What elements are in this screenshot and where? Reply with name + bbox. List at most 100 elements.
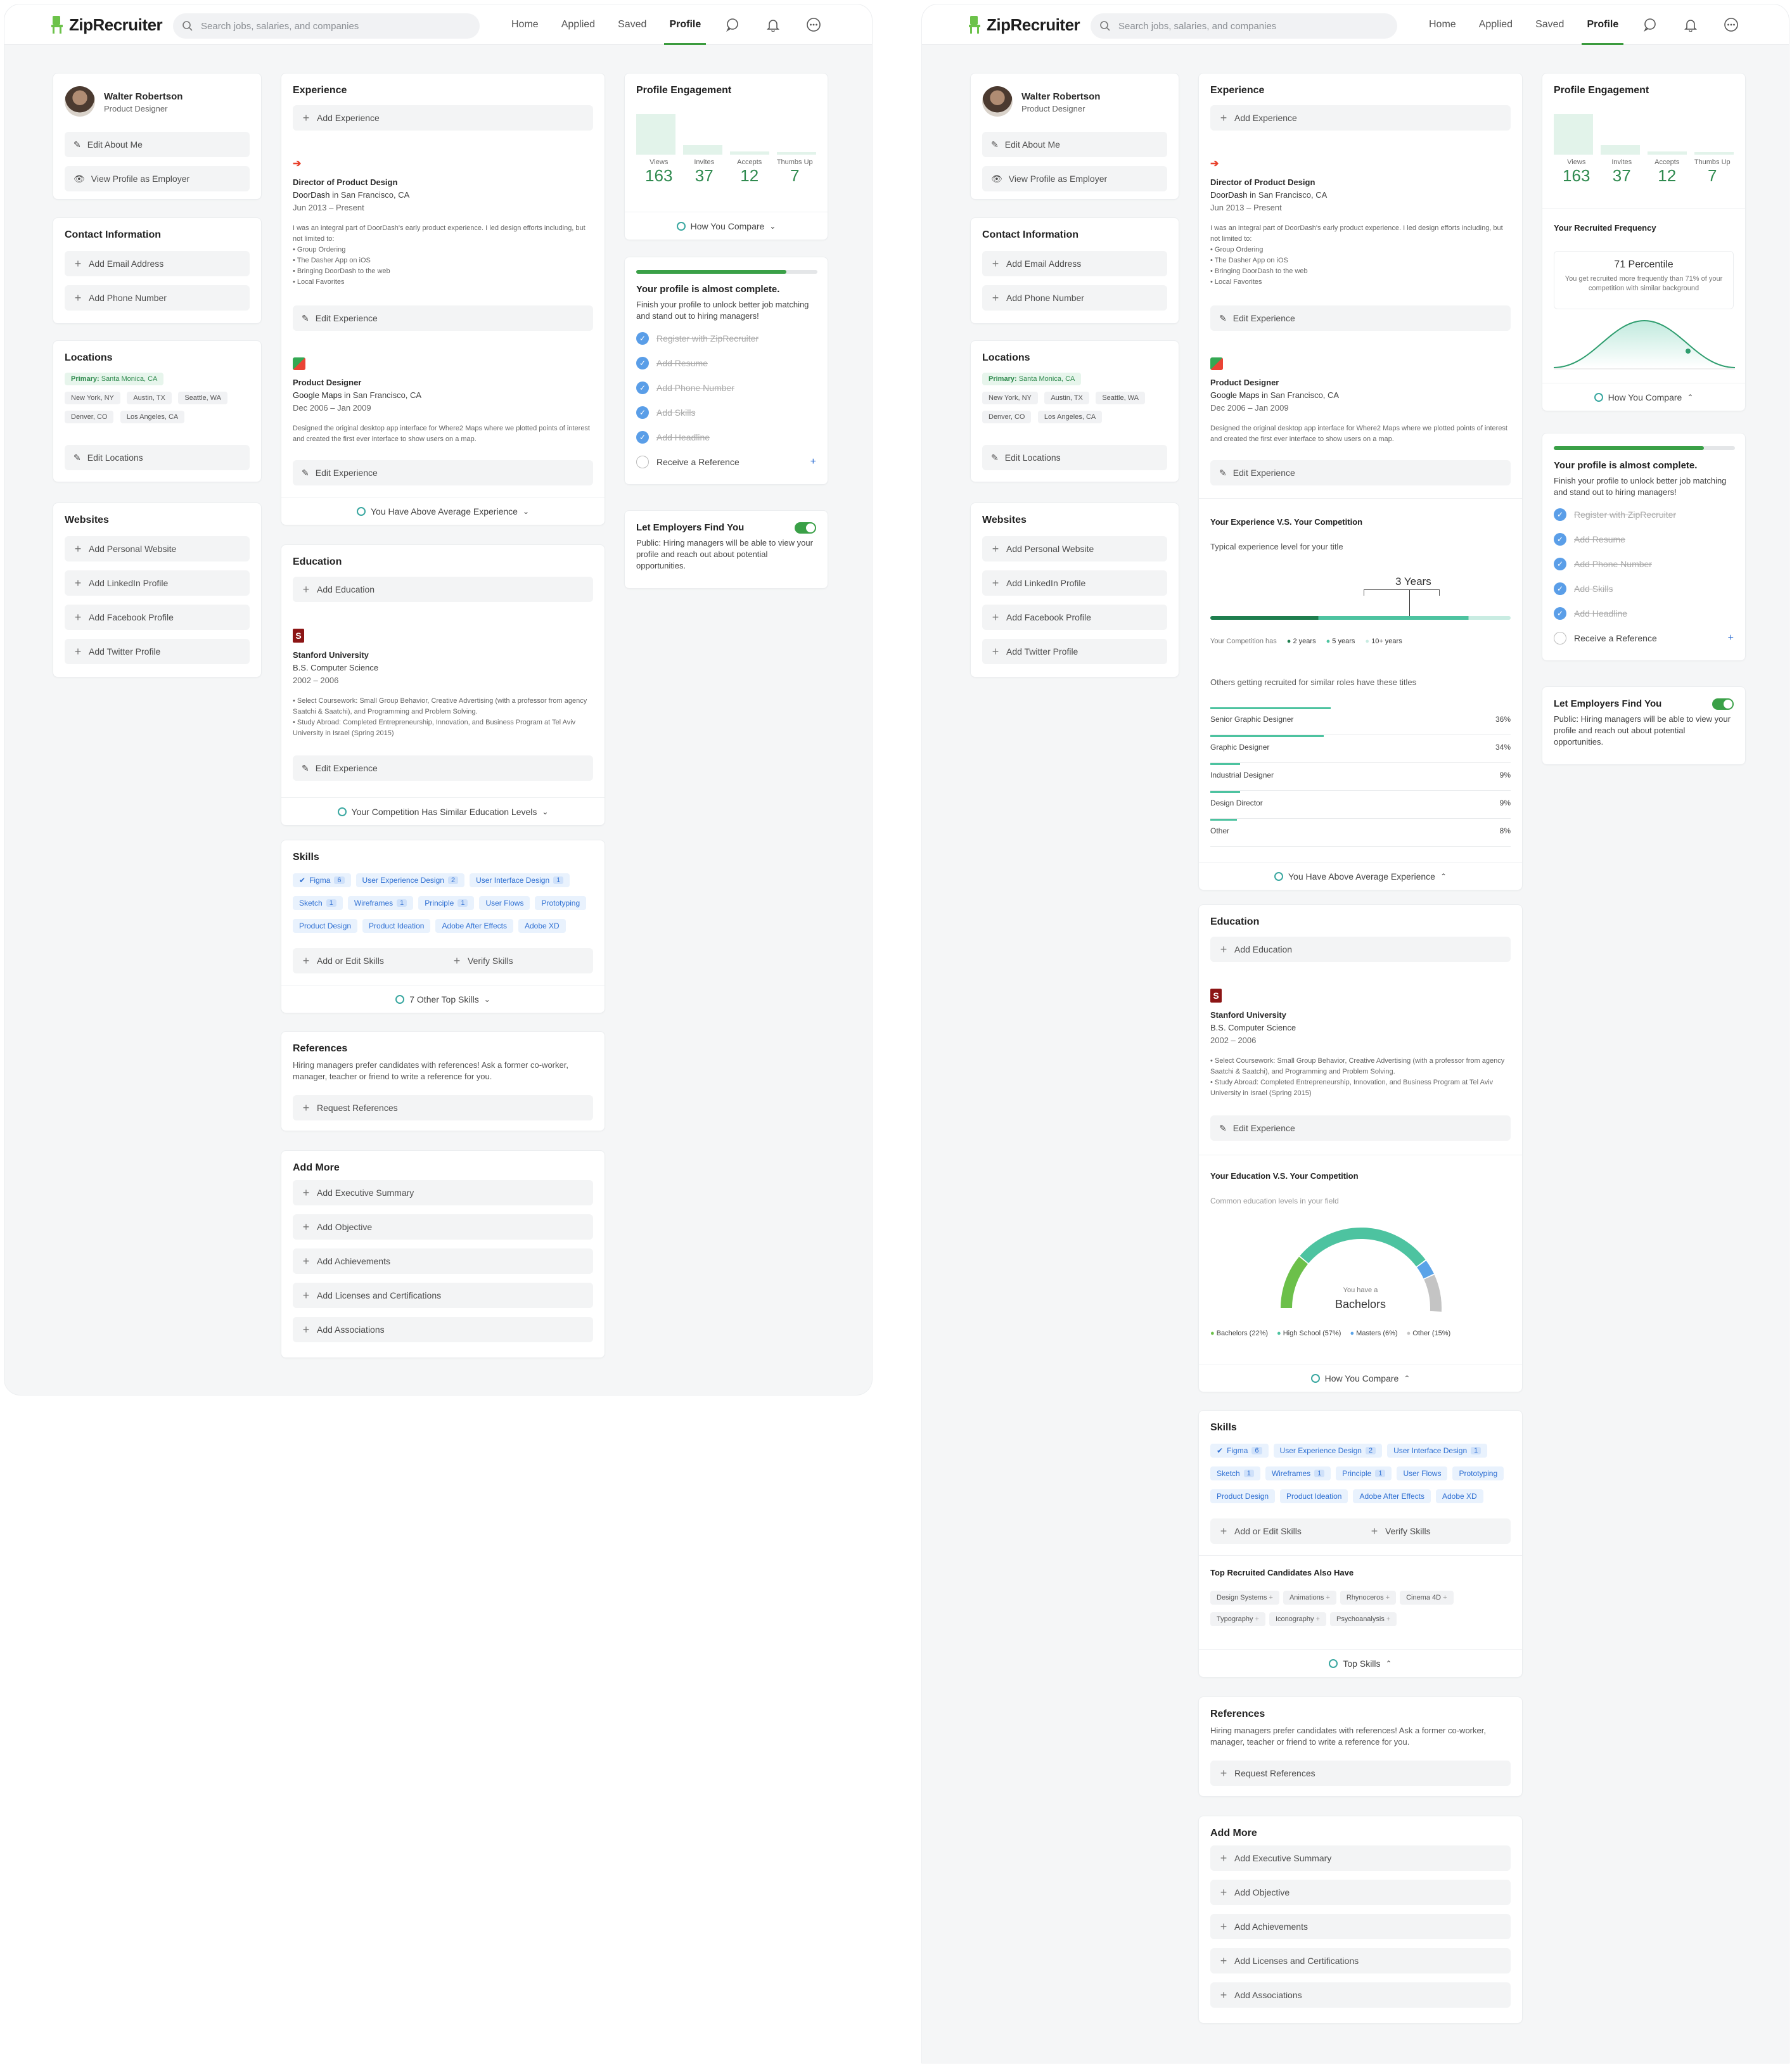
location-chip[interactable]: New York, NY xyxy=(982,392,1038,404)
add-email-button[interactable]: + Add Email Address xyxy=(982,251,1167,276)
add-phone-button[interactable]: + Add Phone Number xyxy=(982,285,1167,311)
top-skill-chip[interactable]: Cinema 4D + xyxy=(1400,1591,1454,1605)
add-phone-button[interactable]: + Add Phone Number xyxy=(65,285,250,311)
how-you-compare-toggle[interactable]: How You Compare ⌃ xyxy=(1542,383,1745,411)
skill-chip[interactable]: Prototyping xyxy=(1452,1466,1504,1480)
request-references-button[interactable]: + Request References xyxy=(293,1095,593,1120)
how-you-compare-toggle[interactable]: How You Compare ⌄ xyxy=(625,212,828,240)
add-licenses-button[interactable]: + Add Licenses and Certifications xyxy=(293,1283,593,1308)
nav-profile[interactable]: Profile xyxy=(1575,4,1630,45)
verify-skills-button[interactable]: + Verify Skills xyxy=(444,948,593,973)
nav-profile[interactable]: Profile xyxy=(658,4,712,45)
edit-about-me-button[interactable]: ✎ Edit About Me xyxy=(982,132,1167,157)
chat-icon[interactable] xyxy=(712,4,753,45)
experience-compare-toggle[interactable]: You Have Above Average Experience ⌃ xyxy=(1199,862,1522,890)
skill-chip[interactable]: Prototyping xyxy=(535,896,587,910)
ziprecruiter-logo[interactable]: ZipRecruiter xyxy=(968,15,1080,35)
top-skills-toggle[interactable]: Top Skills ⌃ xyxy=(1199,1649,1522,1677)
nav-home[interactable]: Home xyxy=(1418,4,1468,45)
skill-chip[interactable]: Principle 1 xyxy=(418,896,475,910)
skill-chip[interactable]: Product Ideation xyxy=(362,919,431,933)
add-twitter-button[interactable]: + Add Twitter Profile xyxy=(982,639,1167,664)
ziprecruiter-logo[interactable]: ZipRecruiter xyxy=(50,15,163,35)
search-bar[interactable]: Search jobs, salaries, and companies xyxy=(173,13,480,39)
avatar[interactable] xyxy=(982,86,1013,117)
search-bar[interactable]: Search jobs, salaries, and companies xyxy=(1091,13,1397,39)
edit-locations-button[interactable]: ✎ Edit Locations xyxy=(65,445,250,470)
skill-chip[interactable]: User Flows xyxy=(479,896,530,910)
notifications-bell-icon[interactable] xyxy=(753,4,793,45)
add-associations-button[interactable]: + Add Associations xyxy=(293,1317,593,1342)
nav-applied[interactable]: Applied xyxy=(1468,4,1524,45)
checklist-item-todo[interactable]: Receive a Reference + xyxy=(1554,632,1734,645)
edit-about-me-button[interactable]: ✎ Edit About Me xyxy=(65,132,250,157)
education-compare-toggle[interactable]: Your Competition Has Similar Education L… xyxy=(281,797,605,825)
checklist-item-todo[interactable]: Receive a Reference + xyxy=(636,456,816,468)
location-chip[interactable]: Los Angeles, CA xyxy=(120,411,185,423)
edit-education-button[interactable]: ✎ Edit Experience xyxy=(293,755,593,781)
location-chip[interactable]: Austin, TX xyxy=(127,392,172,404)
chat-icon[interactable] xyxy=(1630,4,1670,45)
add-linkedin-button[interactable]: + Add LinkedIn Profile xyxy=(982,570,1167,596)
add-objective-button[interactable]: + Add Objective xyxy=(293,1214,593,1240)
nav-home[interactable]: Home xyxy=(500,4,550,45)
skill-chip[interactable]: Wireframes 1 xyxy=(347,896,414,910)
edit-education-button[interactable]: ✎ Edit Experience xyxy=(1210,1115,1511,1141)
education-compare-toggle[interactable]: How You Compare ⌃ xyxy=(1199,1364,1522,1392)
add-edit-skills-button[interactable]: + Add or Edit Skills xyxy=(1210,1518,1367,1544)
skill-chip[interactable]: ✔ Figma 6 xyxy=(293,873,351,887)
notifications-bell-icon[interactable] xyxy=(1670,4,1711,45)
location-chip[interactable]: Austin, TX xyxy=(1044,392,1089,404)
edit-locations-button[interactable]: ✎ Edit Locations xyxy=(982,445,1167,470)
add-twitter-button[interactable]: + Add Twitter Profile xyxy=(65,639,250,664)
more-options-icon[interactable] xyxy=(1711,4,1751,45)
request-references-button[interactable]: + Request References xyxy=(1210,1761,1511,1786)
skill-chip[interactable]: Wireframes 1 xyxy=(1265,1466,1331,1480)
skill-chip[interactable]: Adobe After Effects xyxy=(1353,1489,1431,1503)
add-email-button[interactable]: + Add Email Address xyxy=(65,251,250,276)
nav-applied[interactable]: Applied xyxy=(550,4,606,45)
location-chip[interactable]: New York, NY xyxy=(65,392,120,404)
other-skills-toggle[interactable]: 7 Other Top Skills ⌄ xyxy=(281,985,605,1013)
add-achievements-button[interactable]: + Add Achievements xyxy=(293,1248,593,1274)
nav-saved[interactable]: Saved xyxy=(606,4,658,45)
skill-chip[interactable]: User Experience Design 2 xyxy=(355,873,465,887)
add-objective-button[interactable]: + Add Objective xyxy=(1210,1880,1511,1905)
nav-saved[interactable]: Saved xyxy=(1524,4,1575,45)
skill-chip[interactable]: Adobe XD xyxy=(518,919,566,933)
experience-compare-toggle[interactable]: You Have Above Average Experience ⌄ xyxy=(281,497,605,525)
skill-chip[interactable]: User Interface Design 1 xyxy=(470,873,570,887)
primary-location-chip[interactable]: Primary: Santa Monica, CA xyxy=(982,373,1082,385)
edit-experience-button[interactable]: ✎ Edit Experience xyxy=(293,305,593,331)
add-licenses-button[interactable]: + Add Licenses and Certifications xyxy=(1210,1948,1511,1973)
skill-chip[interactable]: Sketch 1 xyxy=(293,896,343,910)
add-personal-website-button[interactable]: + Add Personal Website xyxy=(982,536,1167,561)
skill-chip[interactable]: Adobe After Effects xyxy=(435,919,513,933)
add-education-button[interactable]: + Add Education xyxy=(1210,937,1511,962)
add-achievements-button[interactable]: + Add Achievements xyxy=(1210,1914,1511,1939)
plus-icon[interactable]: + xyxy=(1728,632,1734,644)
view-as-employer-button[interactable]: 👁 View Profile as Employer xyxy=(65,166,250,191)
top-skill-chip[interactable]: Typography + xyxy=(1210,1612,1265,1626)
top-skill-chip[interactable]: Animations + xyxy=(1283,1591,1336,1605)
add-facebook-button[interactable]: + Add Facebook Profile xyxy=(65,605,250,630)
add-edit-skills-button[interactable]: + Add or Edit Skills xyxy=(293,948,450,973)
verify-skills-button[interactable]: + Verify Skills xyxy=(1361,1518,1511,1544)
top-skill-chip[interactable]: Psychoanalysis + xyxy=(1330,1612,1397,1626)
add-linkedin-button[interactable]: + Add LinkedIn Profile xyxy=(65,570,250,596)
add-experience-button[interactable]: + Add Experience xyxy=(293,105,593,131)
add-facebook-button[interactable]: + Add Facebook Profile xyxy=(982,605,1167,630)
add-executive-summary-button[interactable]: + Add Executive Summary xyxy=(1210,1845,1511,1871)
skill-chip[interactable]: Product Design xyxy=(1210,1489,1276,1503)
visibility-toggle[interactable] xyxy=(795,522,816,534)
top-skill-chip[interactable]: Iconography + xyxy=(1269,1612,1326,1626)
skill-chip[interactable]: User Flows xyxy=(1397,1466,1448,1480)
add-personal-website-button[interactable]: + Add Personal Website xyxy=(65,536,250,561)
location-chip[interactable]: Los Angeles, CA xyxy=(1037,411,1103,423)
visibility-toggle[interactable] xyxy=(1712,698,1734,710)
add-education-button[interactable]: + Add Education xyxy=(293,577,593,602)
skill-chip[interactable]: Product Ideation xyxy=(1280,1489,1348,1503)
more-options-icon[interactable] xyxy=(793,4,834,45)
skill-chip[interactable]: Sketch 1 xyxy=(1210,1466,1260,1480)
location-chip[interactable]: Denver, CO xyxy=(65,411,114,423)
